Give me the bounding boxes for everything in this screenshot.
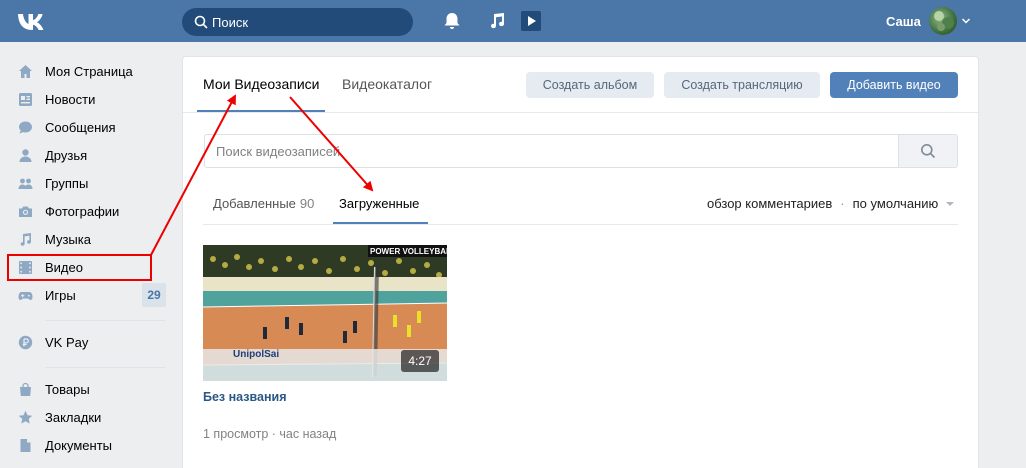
svg-text:UnipolSai: UnipolSai [233, 349, 279, 360]
sidebar-item-label: Фотографии [45, 204, 120, 219]
sidebar-item-label: VK Pay [45, 335, 89, 350]
star-icon [18, 410, 33, 424]
sidebar-item-vk-pay[interactable]: VK Pay [0, 328, 170, 356]
sidebar-item-label: Друзья [45, 148, 88, 163]
sidebar-item-documents[interactable]: Документы [0, 431, 170, 459]
search-icon [194, 15, 208, 29]
sidebar-divider [45, 320, 165, 321]
sidebar-item-label: Группы [45, 176, 89, 191]
games-counter-badge: 29 [142, 283, 166, 307]
thumb-banner-text: POWER VOLLEYBALL [370, 247, 447, 256]
comments-overview-link[interactable]: обзор комментариев [707, 196, 832, 211]
sidebar-item-label: Закладки [45, 410, 102, 425]
sidebar-item-label: Моя Страница [45, 64, 133, 79]
sidebar-item-news[interactable]: Новости [0, 85, 170, 113]
sidebar-item-label: Сообщения [45, 120, 116, 135]
tab-my-videos[interactable]: Мои Видеозаписи [203, 76, 319, 92]
header-search-input[interactable] [212, 8, 407, 36]
tabs-divider [183, 112, 978, 113]
caret-down-icon[interactable] [945, 200, 955, 208]
user-menu[interactable]: Саша [886, 0, 971, 42]
annotation-highlight-box [7, 254, 152, 281]
music-note-icon [20, 233, 31, 246]
sidebar-item-label: Игры [45, 288, 76, 303]
sort-order-dropdown[interactable]: по умолчанию [853, 196, 939, 211]
user-name: Саша [886, 13, 921, 29]
avatar[interactable] [928, 7, 957, 35]
sidebar-item-games[interactable]: Игры 29 [0, 281, 170, 309]
sidebar-item-label: Новости [45, 92, 96, 107]
video-search-input[interactable] [216, 135, 896, 167]
music-note-icon[interactable] [487, 11, 507, 31]
groups-icon [18, 178, 33, 189]
subtabs-divider [203, 224, 958, 225]
vk-logo-icon[interactable] [16, 8, 46, 34]
sorting-controls: обзор комментариев · по умолчанию [707, 196, 955, 211]
sidebar-item-goods[interactable]: Товары [0, 375, 170, 403]
chevron-down-icon[interactable] [961, 16, 971, 26]
search-icon [921, 144, 936, 159]
header-search[interactable] [182, 8, 413, 36]
bell-icon[interactable] [442, 11, 462, 31]
sidebar-item-my-page[interactable]: Моя Страница [0, 57, 170, 85]
video-duration: 4:27 [401, 350, 439, 372]
tab-video-catalog[interactable]: Видеокаталог [342, 76, 432, 92]
sidebar-item-label: Товары [45, 382, 90, 397]
sidebar-item-friends[interactable]: Друзья [0, 141, 170, 169]
sidebar-item-bookmarks[interactable]: Закладки [0, 403, 170, 431]
video-search-button[interactable] [898, 134, 958, 168]
create-stream-button[interactable]: Создать трансляцию [664, 72, 820, 98]
sidebar-item-messages[interactable]: Сообщения [0, 113, 170, 141]
home-icon [19, 65, 32, 78]
subtab-uploaded[interactable]: Загруженные [339, 196, 419, 211]
sidebar-item-label: Музыка [45, 232, 91, 247]
bag-icon [20, 382, 31, 396]
sidebar-item-music[interactable]: Музыка [0, 225, 170, 253]
video-search[interactable] [204, 134, 958, 168]
ruble-icon [18, 335, 33, 350]
play-icon[interactable] [520, 10, 542, 32]
top-bar: Саша [0, 0, 1026, 42]
subtab-added-label: Добавленные [213, 196, 296, 211]
gamepad-icon [18, 292, 33, 300]
sidebar-item-groups[interactable]: Группы [0, 169, 170, 197]
friend-icon [19, 149, 32, 162]
sidebar-item-photos[interactable]: Фотографии [0, 197, 170, 225]
sidebar-divider [45, 367, 165, 368]
subtab-added[interactable]: Добавленные 90 [213, 196, 314, 211]
video-title-link[interactable]: Без названия [203, 390, 287, 404]
sidebar-item-label: Документы [45, 438, 113, 453]
subtab-added-count: 90 [299, 196, 315, 211]
news-icon [19, 93, 32, 106]
camera-icon [19, 206, 32, 217]
separator-dot: · [840, 196, 845, 211]
create-album-button[interactable]: Создать альбом [526, 72, 654, 98]
document-icon [20, 439, 31, 452]
add-video-button[interactable]: Добавить видео [830, 72, 958, 98]
messages-icon [19, 121, 32, 134]
video-meta: 1 просмотр · час назад [203, 427, 337, 441]
